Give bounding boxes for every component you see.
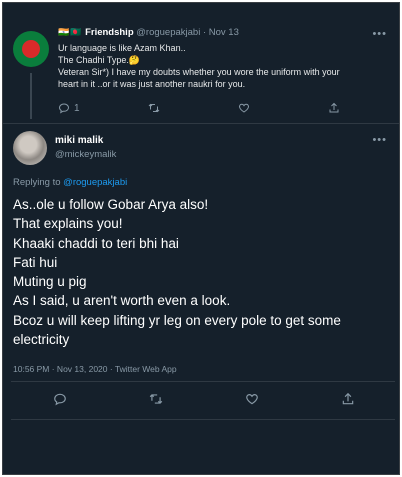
- like-button[interactable]: [238, 102, 250, 114]
- tweet-text: As..ole u follow Gobar Arya also! That e…: [13, 195, 398, 349]
- reply-button[interactable]: [53, 392, 67, 406]
- tweet-line: Veteran Sir*) I have my doubts whether y…: [58, 67, 340, 77]
- reply-icon: [53, 392, 67, 406]
- tweet-timestamp[interactable]: 10:56 PM · Nov 13, 2020 · Twitter Web Ap…: [13, 364, 177, 374]
- tweet-line: Khaaki chaddi to teri bhi hai: [13, 235, 179, 251]
- replying-prefix: Replying to: [13, 177, 64, 188]
- retweet-button[interactable]: [148, 102, 160, 114]
- handle[interactable]: @mickeymalik: [55, 149, 116, 160]
- tweet-line: As..ole u follow Gobar Arya also!: [13, 197, 209, 212]
- retweet-icon: [148, 102, 160, 114]
- handle[interactable]: @roguepakjabi: [136, 27, 200, 38]
- share-icon: [328, 102, 340, 114]
- tweet-line: Bcoz u will keep lifting yr leg on every…: [13, 312, 341, 328]
- tweet-date[interactable]: Nov 13: [209, 27, 239, 38]
- divider: [3, 123, 399, 124]
- tweet-screenshot: 🇮🇳🇧🇩 Friendship @roguepakjabi · Nov 13 •…: [2, 2, 400, 475]
- tweet-text: Ur language is like Azam Khan.. The Chad…: [58, 42, 388, 90]
- parent-tweet[interactable]: 🇮🇳🇧🇩 Friendship @roguepakjabi · Nov 13 •…: [3, 3, 399, 123]
- flag-emojis: 🇮🇳🇧🇩: [58, 27, 83, 37]
- like-icon: [245, 392, 259, 406]
- tweet-line: Fati hui: [13, 254, 58, 270]
- tweet-line: Muting u pig: [13, 274, 87, 290]
- tweet-line: heart in it ..or it was just another nau…: [58, 79, 246, 89]
- divider: [11, 419, 395, 420]
- like-icon: [238, 102, 250, 114]
- thread-line: [30, 73, 32, 119]
- tweet-line: electricity: [13, 332, 70, 348]
- separator: ·: [202, 27, 207, 38]
- share-button[interactable]: [328, 102, 340, 114]
- tweet-header: 🇮🇳🇧🇩 Friendship @roguepakjabi · Nov 13: [58, 27, 239, 38]
- retweet-icon: [149, 392, 163, 406]
- share-icon: [341, 392, 355, 406]
- like-button[interactable]: [245, 392, 259, 406]
- reply-count: 1: [74, 102, 80, 114]
- flag-disc: [22, 40, 40, 58]
- tweet-line: As I said, u aren't worth even a look.: [13, 293, 231, 309]
- reply-button[interactable]: 1: [58, 102, 80, 114]
- display-name[interactable]: miki malik: [55, 135, 103, 146]
- share-button[interactable]: [341, 392, 355, 406]
- avatar[interactable]: [13, 131, 47, 165]
- display-name[interactable]: Friendship: [85, 27, 134, 38]
- reply-icon: [58, 102, 70, 114]
- replying-handle-link[interactable]: @roguepakjabi: [63, 177, 127, 188]
- tweet-line: Ur language is like Azam Khan..: [58, 43, 186, 53]
- tweet-line: That explains you!: [13, 216, 123, 232]
- tweet-line: The Chadhi Type.🤔: [58, 55, 141, 65]
- divider: [11, 381, 395, 382]
- action-bar: [3, 392, 399, 410]
- more-icon[interactable]: •••: [372, 134, 387, 146]
- replying-to: Replying to @roguepakjabi: [13, 177, 127, 188]
- avatar[interactable]: [13, 31, 49, 67]
- retweet-button[interactable]: [149, 392, 163, 406]
- more-icon[interactable]: •••: [372, 28, 387, 40]
- action-bar: 1: [58, 102, 358, 116]
